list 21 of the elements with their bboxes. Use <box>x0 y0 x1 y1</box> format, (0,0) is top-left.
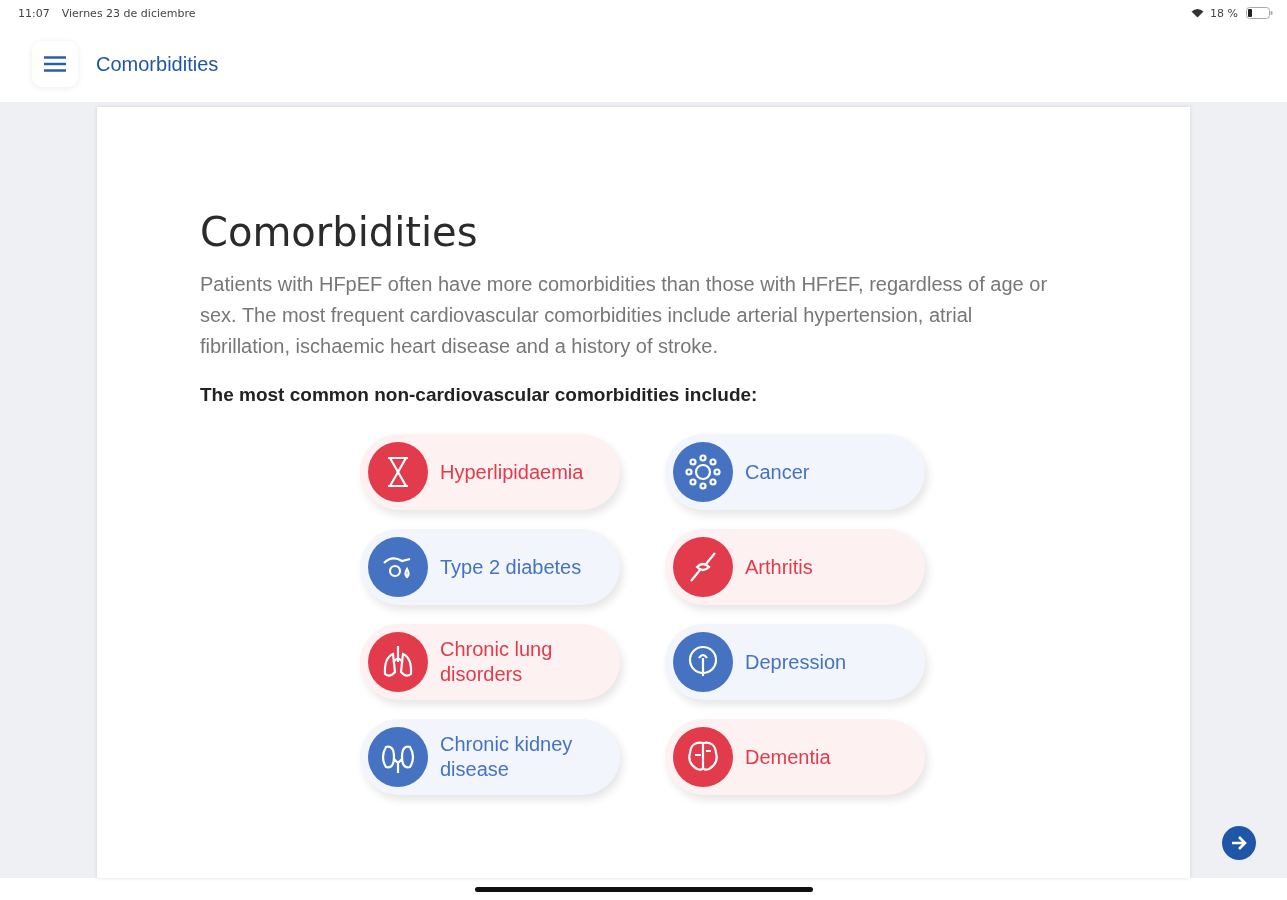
intro-paragraph: Patients with HFpEF often have more comorbidities than those with HFrEF, regardless of age or sex. The most frequent cardiovascular comorbidities include arterial hypertension, atrial fibrillation, ischaemic heart disease and a history of stroke. <box>200 272 1049 359</box>
page-title: Comorbidities <box>96 52 219 76</box>
comorbidity-label: Arthritis <box>745 554 813 580</box>
battery-icon <box>1246 7 1273 19</box>
battery-percent: 18 % <box>1210 6 1238 20</box>
section-title: Comorbidities <box>200 208 479 257</box>
menu-icon <box>44 56 66 72</box>
menu-button[interactable] <box>32 41 78 87</box>
wifi-icon <box>1191 8 1205 18</box>
comorbidity-label: Hyperlipidaemia <box>440 459 584 485</box>
next-button[interactable] <box>1221 826 1256 860</box>
comorbidity-label: Chronic lung disorders <box>440 637 554 687</box>
status-time: 11:07 <box>18 6 50 20</box>
comorbidity-label: Type 2 diabetes <box>440 554 582 580</box>
subheading: The most common non-cardiovascular comorbidities include: <box>200 384 759 406</box>
comorbidity-label: Dementia <box>745 744 831 770</box>
arrow-right-icon <box>1230 836 1247 850</box>
comorbidity-label: Depression <box>745 649 847 675</box>
comorbidity-label: Chronic kidney disease <box>440 732 574 782</box>
comorbidity-label: Cancer <box>745 459 810 485</box>
status-date: Viernes 23 de diciembre <box>61 6 196 20</box>
